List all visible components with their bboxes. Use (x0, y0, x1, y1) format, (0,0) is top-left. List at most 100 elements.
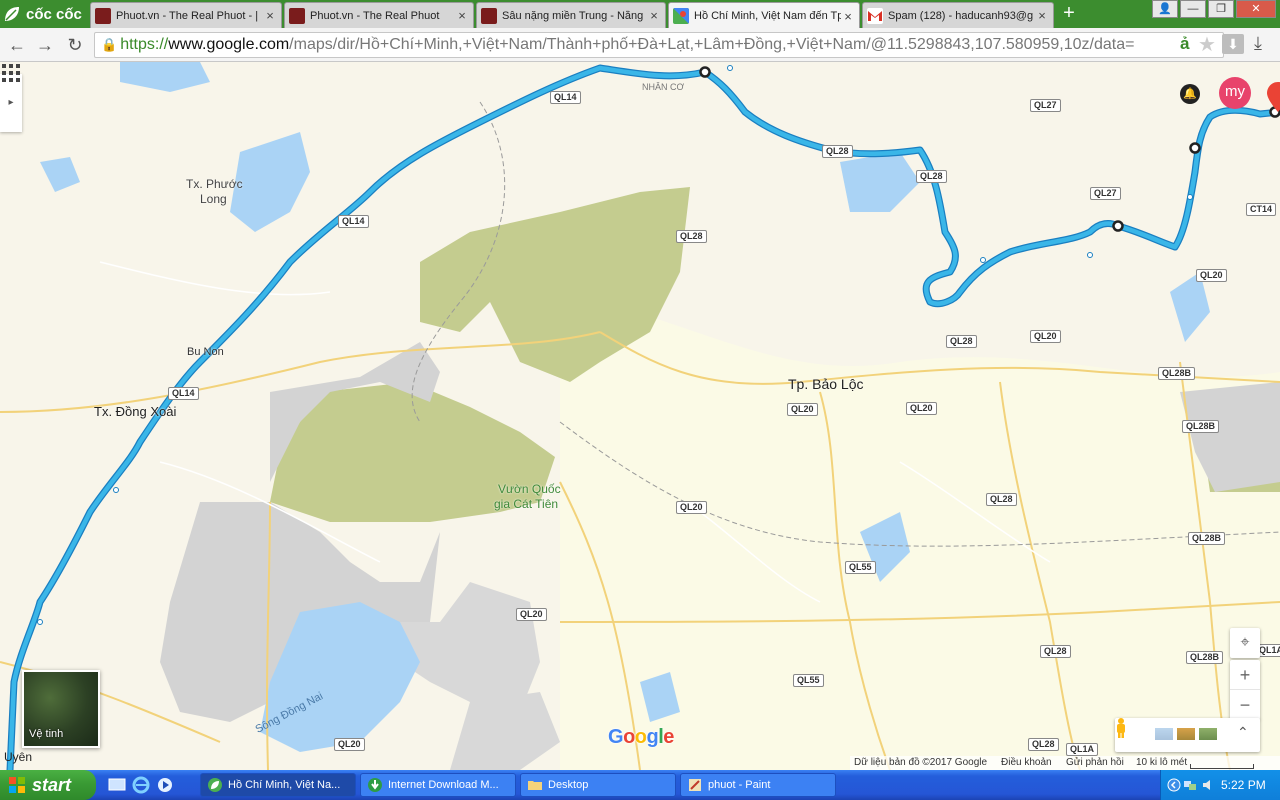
road-shield: QL20 (516, 608, 547, 621)
navigation-bar: ← → ↻ 🔒 https:// www.google.com /maps/di… (0, 28, 1280, 62)
tab-close-icon[interactable]: × (455, 8, 469, 23)
road-shield: QL28B (1158, 367, 1196, 380)
label-nhan-co: NHÂN CƠ (642, 82, 685, 92)
taskbar-item-label: Desktop (548, 779, 589, 791)
tab-gmail[interactable]: Spam (128) - haducanh93@g × (862, 2, 1054, 28)
layers-panel: ⌃ (1115, 718, 1260, 752)
expand-layers-button[interactable]: ⌃ (1237, 724, 1249, 741)
taskbar-item-desktop[interactable]: Desktop (520, 773, 676, 797)
network-icon[interactable] (1183, 778, 1197, 792)
terrain-layer-thumb[interactable] (1155, 728, 1173, 740)
road-shield: QL14 (168, 387, 199, 400)
road-shield: QL28B (1186, 651, 1224, 664)
url-scheme: https:// (120, 36, 169, 53)
satellite-layer-toggle[interactable]: Vệ tinh (22, 670, 100, 748)
label-dong-xoai: Tx. Đồng Xoài (94, 404, 177, 419)
tab-title: Phuot.vn - The Real Phuot (310, 9, 440, 22)
feedback-link[interactable]: Gửi phản hồi (1066, 757, 1124, 768)
tab-title: Sâu nặng miền Trung - Nẵng (502, 9, 644, 22)
road-shield: QL28B (1188, 532, 1226, 545)
road-shield: QL14 (550, 91, 581, 104)
label-uyen: Uyên (4, 750, 33, 764)
traffic-layer-thumb[interactable] (1177, 728, 1195, 740)
apps-grid-icon[interactable] (0, 62, 22, 84)
notification-bell-icon[interactable]: 🔔 (1180, 84, 1200, 104)
reload-button[interactable]: ↻ (64, 34, 86, 56)
taskbar-clock[interactable]: 5:22 PM (1221, 778, 1266, 792)
taskbar-item-browser[interactable]: Hồ Chí Minh, Việt Na... (200, 773, 356, 797)
road-shield: QL20 (787, 403, 818, 416)
satellite-layer-thumb[interactable] (1199, 728, 1217, 740)
user-profile-button[interactable]: 👤 (1152, 0, 1178, 18)
road-shield: QL20 (1030, 330, 1061, 343)
map-footer: Dữ liệu bản đồ ©2017 Google Điều khoản G… (850, 756, 1280, 770)
scale-label[interactable]: 10 ki lô mét (1136, 757, 1187, 768)
gmail-icon (867, 7, 883, 24)
account-avatar[interactable]: my (1219, 77, 1251, 109)
scale-bar (1190, 764, 1254, 769)
forward-button[interactable]: → (34, 34, 56, 56)
close-window-button[interactable]: ✕ (1236, 0, 1276, 18)
tab-title: Spam (128) - haducanh93@g (888, 9, 1034, 22)
map-canvas[interactable]: QL14 QL14 QL14 QL28 QL28 QL28 QL28 QL27 QL27 CT14… (0, 62, 1280, 770)
zoom-out-button[interactable]: − (1230, 690, 1260, 720)
url-path: /maps/dir/Hồ+Chí+Minh,+Việt+Nam/Thành+ph… (289, 36, 1135, 53)
tab-sau-nang[interactable]: Sâu nặng miền Trung - Nẵng × (476, 2, 666, 28)
tab-phuot-1[interactable]: Phuot.vn - The Real Phuot - | × (90, 2, 282, 28)
url-host: www.google.com (168, 36, 290, 53)
volume-icon[interactable] (1201, 778, 1215, 792)
label-cat-tien: Vườn Quốc (498, 482, 561, 496)
coccoc-icon (208, 778, 222, 792)
taskbar-item-idm[interactable]: Internet Download M... (360, 773, 516, 797)
road-shield: QL14 (338, 215, 369, 228)
taskbar-item-label: Hồ Chí Minh, Việt Na... (228, 779, 341, 791)
tab-close-icon[interactable]: × (263, 8, 277, 23)
road-shield: QL20 (334, 738, 365, 751)
lock-icon: 🔒 (101, 37, 118, 52)
road-shield: QL20 (676, 501, 707, 514)
tab-close-icon[interactable]: × (1035, 8, 1049, 23)
show-desktop-icon[interactable] (108, 776, 126, 794)
tab-google-maps[interactable]: Hồ Chí Minh, Việt Nam đến Tp × (668, 2, 860, 29)
tab-close-icon[interactable]: × (647, 8, 661, 23)
map-data-credit: Dữ liệu bản đồ ©2017 Google (854, 757, 988, 768)
coccoc-logo[interactable]: cốc cốc (2, 2, 88, 26)
download-icon[interactable]: ⤓ (1254, 33, 1262, 54)
minimize-button[interactable]: — (1180, 0, 1206, 18)
road-shield: QL28B (1182, 420, 1220, 433)
address-bar[interactable]: 🔒 https:// www.google.com /maps/dir/Hồ+C… (94, 32, 1224, 58)
new-tab-button[interactable]: + (1058, 3, 1080, 25)
input-language-indicator[interactable]: ả (1180, 34, 1189, 54)
coccoc-leaf-icon (5, 7, 19, 21)
savefrom-icon[interactable]: ⬇ (1222, 34, 1244, 54)
windows-flag-icon (9, 777, 25, 793)
taskbar-item-label: Internet Download M... (388, 779, 499, 791)
tab-phuot-2[interactable]: Phuot.vn - The Real Phuot × (284, 2, 474, 28)
road-shield: QL28 (946, 335, 977, 348)
internet-explorer-icon[interactable] (132, 776, 150, 794)
zoom-controls: + − (1230, 660, 1260, 720)
road-shield: QL28 (1040, 645, 1071, 658)
restore-button[interactable]: ❐ (1208, 0, 1234, 18)
back-button[interactable]: ← (6, 34, 28, 56)
road-shield: QL28 (986, 493, 1017, 506)
terms-link[interactable]: Điều khoản (1001, 757, 1052, 768)
my-location-button[interactable]: ⌖ (1230, 628, 1260, 658)
label-phuoc-long-2: Long (200, 192, 227, 206)
road-shield: QL55 (845, 561, 876, 574)
zoom-in-button[interactable]: + (1230, 660, 1260, 690)
phuot-icon (481, 7, 497, 24)
satellite-label: Vệ tinh (29, 728, 64, 740)
google-logo: Google (608, 726, 674, 748)
tray-expand-icon[interactable] (1167, 778, 1181, 792)
pegman-icon[interactable] (1115, 718, 1127, 738)
label-cat-tien-2: gia Cát Tiên (494, 497, 559, 511)
road-shield: QL28 (676, 230, 707, 243)
tab-close-icon[interactable]: × (841, 9, 855, 24)
bookmark-star-icon[interactable]: ★ (1198, 32, 1216, 57)
start-button[interactable]: start (0, 770, 96, 800)
tab-strip: cốc cốc Phuot.vn - The Real Phuot - | × … (0, 0, 1280, 29)
taskbar-item-paint[interactable]: phuot - Paint (680, 773, 836, 797)
media-player-icon[interactable] (156, 776, 174, 794)
start-label: start (32, 774, 72, 795)
